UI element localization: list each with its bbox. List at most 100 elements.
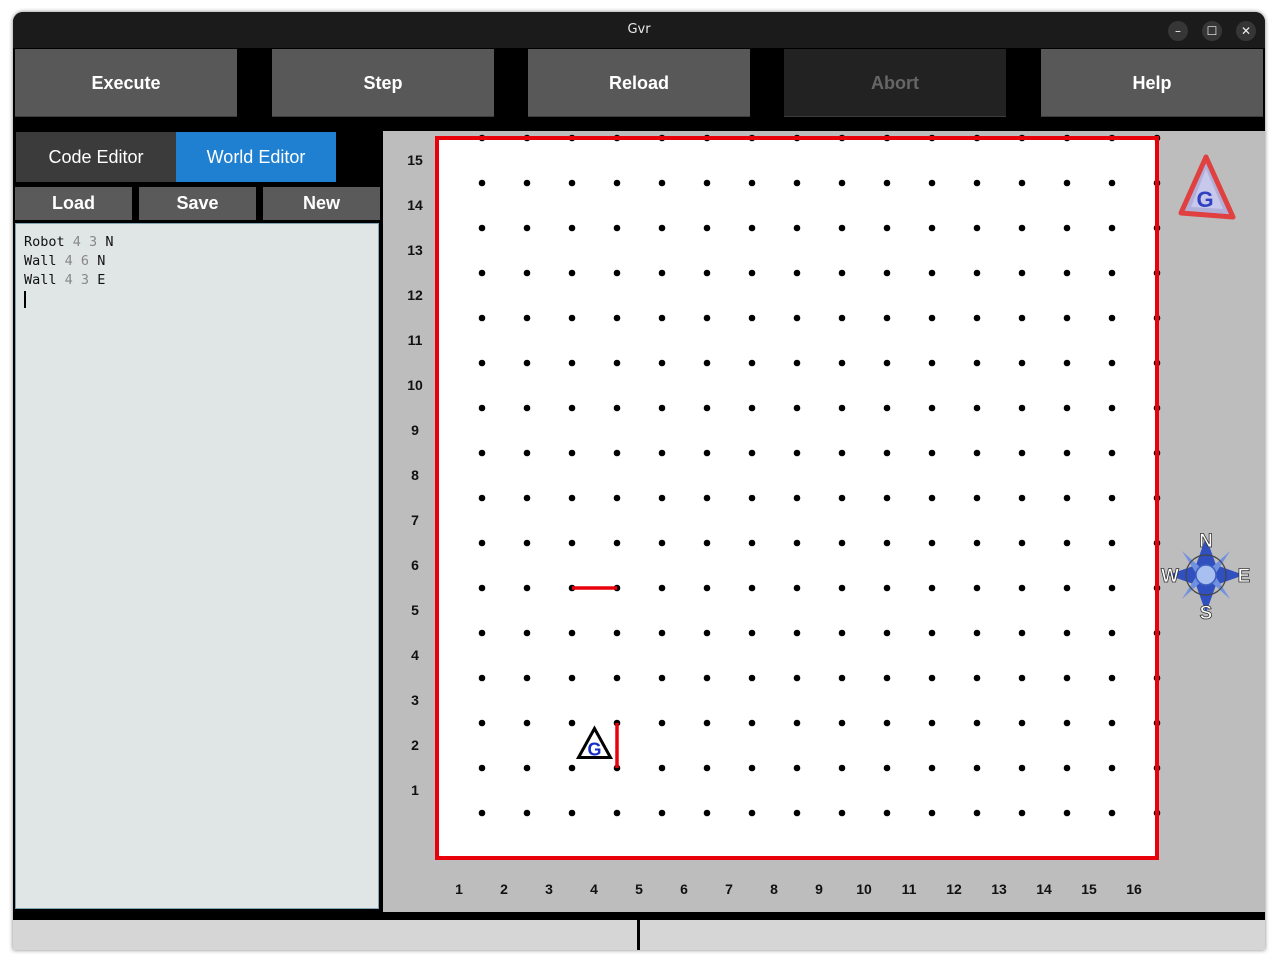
grid-dot — [793, 314, 801, 322]
grid-dot — [928, 179, 936, 187]
grid-dot — [883, 764, 891, 772]
grid-dot — [1018, 584, 1026, 592]
grid-dot — [1018, 404, 1026, 412]
row-label: 7 — [411, 512, 419, 528]
grid-dot — [838, 404, 846, 412]
grid-dot — [568, 179, 576, 187]
grid-dot — [928, 269, 936, 277]
grid-dot — [568, 449, 576, 457]
grid-dot — [793, 674, 801, 682]
grid-dot — [748, 179, 756, 187]
grid-dot — [1063, 539, 1071, 547]
grid-dot — [568, 224, 576, 232]
grid-dot — [973, 314, 981, 322]
grid-dot — [883, 584, 891, 592]
grid-dot — [928, 404, 936, 412]
minimize-button[interactable]: – — [1168, 21, 1188, 41]
grid-dot — [568, 314, 576, 322]
grid-dot — [883, 674, 891, 682]
execute-button[interactable]: Execute — [15, 49, 237, 117]
grid-dot — [523, 449, 531, 457]
save-button[interactable]: Save — [139, 187, 256, 220]
grid-dot — [478, 314, 486, 322]
grid-dot — [703, 629, 711, 637]
grid-dot — [478, 359, 486, 367]
grid-dot — [793, 269, 801, 277]
grid-dot — [613, 314, 621, 322]
grid-dot — [478, 809, 486, 817]
grid-dot — [523, 359, 531, 367]
grid-dot — [793, 809, 801, 817]
grid-dot — [883, 539, 891, 547]
maximize-button[interactable]: ☐ — [1202, 21, 1222, 41]
grid-dot — [883, 629, 891, 637]
step-button[interactable]: Step — [272, 49, 494, 117]
grid-dot — [1018, 314, 1026, 322]
grid-dot — [973, 224, 981, 232]
column-label: 11 — [902, 881, 917, 897]
grid-dot — [658, 809, 666, 817]
grid-dot — [1063, 179, 1071, 187]
title-bar[interactable]: Gvr – ☐ ✕ — [13, 12, 1265, 48]
column-label: 9 — [815, 881, 823, 897]
grid-dot — [523, 764, 531, 772]
grid-dot — [883, 719, 891, 727]
grid-dot — [748, 314, 756, 322]
grid-dot — [1063, 449, 1071, 457]
column-label: 15 — [1081, 881, 1097, 897]
grid-dot — [568, 809, 576, 817]
grid-dot — [478, 674, 486, 682]
grid-dot — [1063, 809, 1071, 817]
column-label: 16 — [1126, 881, 1142, 897]
grid-dot — [838, 674, 846, 682]
grid-dot — [883, 269, 891, 277]
grid-dot — [478, 179, 486, 187]
grid-dot — [973, 179, 981, 187]
grid-dot — [793, 719, 801, 727]
grid-dot — [658, 629, 666, 637]
abort-button[interactable]: Abort — [784, 49, 1006, 117]
grid-dot — [1063, 314, 1071, 322]
grid-dot — [928, 674, 936, 682]
grid-dot — [1018, 269, 1026, 277]
grid-dot — [568, 629, 576, 637]
grid-dot — [838, 269, 846, 277]
grid-dot — [658, 359, 666, 367]
world-text-editor[interactable]: Robot 4 3 N Wall 4 6 N Wall 4 3 E — [15, 223, 379, 909]
grid-dot — [793, 629, 801, 637]
grid-dot — [568, 359, 576, 367]
grid-dot — [838, 629, 846, 637]
grid-dot — [1063, 584, 1071, 592]
world-canvas[interactable]: 16151413121110987654321 1234567891011121… — [383, 107, 1265, 912]
grid-dot — [1063, 764, 1071, 772]
reload-button[interactable]: Reload — [528, 49, 750, 117]
grid-dot — [613, 224, 621, 232]
grid-dot — [928, 629, 936, 637]
load-button[interactable]: Load — [15, 187, 132, 220]
grid-dot — [793, 179, 801, 187]
grid-dot — [658, 584, 666, 592]
grid-dot — [703, 719, 711, 727]
grid-dot — [883, 449, 891, 457]
compass-west: W — [1161, 566, 1179, 587]
grid-dot — [613, 449, 621, 457]
grid-dot — [838, 224, 846, 232]
new-button[interactable]: New — [263, 187, 380, 220]
grid-dot — [1108, 359, 1116, 367]
grid-dot — [478, 584, 486, 592]
help-button[interactable]: Help — [1041, 49, 1263, 117]
grid-dot — [838, 809, 846, 817]
grid-dot — [523, 404, 531, 412]
grid-dot — [973, 809, 981, 817]
grid-dot — [1063, 674, 1071, 682]
grid-dot — [838, 764, 846, 772]
grid-dot — [1108, 179, 1116, 187]
close-button[interactable]: ✕ — [1236, 21, 1256, 41]
grid-dot — [658, 719, 666, 727]
grid-dot — [883, 809, 891, 817]
grid-dot — [1018, 449, 1026, 457]
tab-world-editor[interactable]: World Editor — [176, 132, 336, 182]
column-axis-labels: 1 2 3 4 5 6 7 8 9 10 11 12 13 14 15 16 — [455, 881, 1142, 897]
grid-dot — [523, 494, 531, 502]
tab-code-editor[interactable]: Code Editor — [16, 132, 176, 182]
